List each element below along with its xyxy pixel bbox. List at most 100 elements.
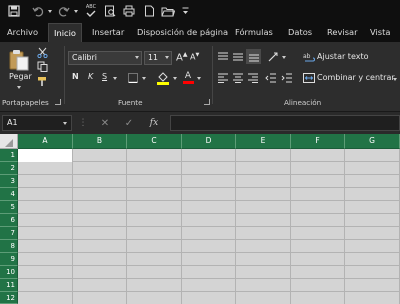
grow-font-button[interactable]: A▲ [176, 51, 187, 63]
wrap-text-icon[interactable]: ab [303, 50, 315, 64]
tab-vista[interactable]: Vista [370, 22, 390, 42]
select-all-corner[interactable] [0, 134, 18, 149]
wrap-text-button[interactable]: Ajustar texto [317, 52, 369, 61]
redo-icon[interactable] [56, 2, 72, 20]
align-middle-icon[interactable] [231, 50, 245, 64]
tab-disposicion-de-pagina[interactable]: Disposición de página [137, 22, 228, 42]
row-header-10[interactable]: 10 [0, 266, 18, 279]
row-header-2[interactable]: 2 [0, 162, 18, 175]
underline-button[interactable]: S [102, 72, 107, 81]
tab-inicio[interactable]: Inicio [48, 23, 82, 42]
increase-indent-icon[interactable] [280, 71, 294, 85]
column-header-c[interactable]: C [127, 134, 182, 149]
formula-input[interactable] [170, 115, 400, 131]
paste-dropdown-icon[interactable] [14, 84, 24, 90]
gridline [290, 149, 291, 304]
row-header-1[interactable]: 1 [0, 149, 18, 162]
quick-print-icon[interactable] [122, 2, 136, 20]
paste-label[interactable]: Pegar [9, 72, 32, 81]
tab-revisar[interactable]: Revisar [327, 22, 358, 42]
column-header-g[interactable]: G [345, 134, 400, 149]
alignment-group-label: Alineación [284, 98, 322, 107]
customize-dropdown-icon[interactable] [181, 2, 189, 20]
cut-icon[interactable] [36, 46, 48, 58]
spreadsheet-grid[interactable]: A B C D E F G 1 2 3 4 5 6 7 8 9 10 11 12 [0, 134, 400, 304]
font-group-label: Fuente [118, 98, 143, 107]
row-header-3[interactable]: 3 [0, 175, 18, 188]
font-size-select[interactable]: 11 [144, 51, 172, 65]
gridline [72, 149, 73, 304]
print-preview-icon[interactable] [103, 2, 117, 20]
copy-icon[interactable] [36, 60, 48, 72]
font-size-value: 11 [148, 53, 158, 62]
row-header-7[interactable]: 7 [0, 227, 18, 240]
align-right-icon[interactable] [246, 71, 260, 85]
font-name-select[interactable]: Calibri [68, 51, 142, 65]
underline-dropdown-icon[interactable] [111, 74, 119, 82]
orientation-icon[interactable] [266, 50, 280, 64]
merge-center-dropdown-icon[interactable] [391, 75, 399, 83]
paste-icon[interactable] [8, 48, 30, 72]
svg-text:ab: ab [303, 53, 311, 60]
row-header-11[interactable]: 11 [0, 279, 18, 292]
font-color-dropdown-icon[interactable] [195, 74, 203, 82]
gridline [18, 265, 400, 266]
undo-icon[interactable] [30, 2, 46, 20]
tab-formulas[interactable]: Fórmulas [235, 22, 273, 42]
tab-datos[interactable]: Datos [288, 22, 312, 42]
cancel-icon[interactable]: ✕ [98, 115, 112, 131]
merge-center-icon[interactable] [303, 71, 315, 85]
row-header-4[interactable]: 4 [0, 188, 18, 201]
spelling-icon[interactable]: ABC [83, 2, 99, 20]
name-box-value: A1 [7, 118, 18, 127]
font-launcher-icon[interactable] [204, 99, 210, 105]
redo-dropdown-icon[interactable] [72, 2, 80, 20]
row-header-8[interactable]: 8 [0, 240, 18, 253]
align-left-icon[interactable] [216, 71, 230, 85]
bold-button[interactable]: N [72, 72, 79, 81]
gridline [18, 187, 400, 188]
clipboard-launcher-icon[interactable] [55, 99, 61, 105]
font-color-label: A [184, 71, 192, 81]
orientation-dropdown-icon[interactable] [280, 53, 288, 61]
new-document-icon[interactable] [142, 2, 156, 20]
column-header-e[interactable]: E [236, 134, 291, 149]
save-icon[interactable] [6, 2, 22, 20]
column-header-a[interactable]: A [18, 134, 73, 149]
column-header-f[interactable]: F [291, 134, 345, 149]
row-header-12[interactable]: 12 [0, 292, 18, 304]
align-bottom-icon[interactable] [246, 49, 261, 64]
font-color-icon[interactable]: A [182, 71, 194, 85]
row-header-5[interactable]: 5 [0, 201, 18, 214]
gridline [181, 149, 182, 304]
fill-color-icon[interactable] [156, 71, 170, 85]
shrink-font-button[interactable]: A▼ [190, 52, 199, 62]
decrease-indent-icon[interactable] [264, 71, 278, 85]
name-box[interactable]: A1 [2, 115, 72, 131]
formula-bar: A1 ⋮ ✕ ✓ fx [0, 112, 400, 134]
enter-icon[interactable]: ✓ [122, 115, 136, 131]
gridline [18, 213, 400, 214]
row-header-9[interactable]: 9 [0, 253, 18, 266]
italic-button[interactable]: K [88, 72, 93, 81]
merge-center-button[interactable]: Combinar y centrar [317, 73, 395, 82]
fill-color-dropdown-icon[interactable] [171, 74, 179, 82]
gridline [18, 291, 400, 292]
gridline [18, 161, 400, 162]
row-header-6[interactable]: 6 [0, 214, 18, 227]
tab-insertar[interactable]: Insertar [92, 22, 124, 42]
font-color-swatch [182, 81, 194, 84]
format-painter-icon[interactable] [36, 75, 48, 87]
formula-bar-grip-icon[interactable]: ⋮ [79, 115, 88, 131]
align-center-icon[interactable] [231, 71, 245, 85]
insert-function-icon[interactable]: fx [146, 115, 162, 131]
selected-cell-a1[interactable] [18, 149, 72, 162]
tab-archivo[interactable]: Archivo [7, 22, 38, 42]
column-header-b[interactable]: B [73, 134, 127, 149]
open-folder-icon[interactable] [160, 2, 176, 20]
borders-icon[interactable] [127, 72, 139, 84]
column-header-d[interactable]: D [182, 134, 236, 149]
borders-dropdown-icon[interactable] [140, 74, 148, 82]
align-top-icon[interactable] [216, 50, 230, 64]
undo-dropdown-icon[interactable] [46, 2, 54, 20]
